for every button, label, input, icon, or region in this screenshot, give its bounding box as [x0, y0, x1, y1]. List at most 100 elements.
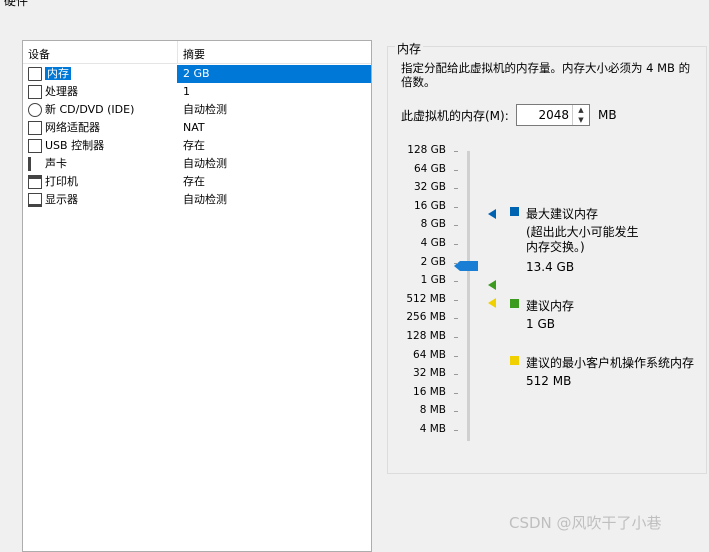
device-row[interactable]: 网络适配器 NAT: [23, 119, 371, 137]
recommended-marker-icon: [488, 280, 496, 290]
device-row[interactable]: USB 控制器 存在: [23, 137, 371, 155]
watermark: CSDN @风吹干了小巷: [509, 514, 662, 532]
device-summary: 自动检测: [183, 193, 227, 206]
scale-tick-label: 32 MB: [413, 367, 446, 380]
processor-icon: [28, 85, 42, 99]
printer-icon: [28, 175, 42, 189]
scale-tick-mark: [454, 281, 458, 283]
monitor-icon: [28, 193, 42, 207]
network-adapter-icon: [28, 121, 42, 135]
scale-tick-mark: [454, 299, 458, 301]
device-name-cell: 打印机: [45, 173, 78, 191]
scale-tick-label: 4 GB: [420, 237, 446, 249]
scale-tick-mark: [454, 337, 458, 338]
device-list-panel: 设备 摘要 内存 2 GB 处理器 1 新 CD/DVD (IDE) 自动检测 网络适配器 N…: [22, 40, 372, 552]
cd-dvd-icon: [28, 103, 42, 117]
device-row[interactable]: 打印机 存在: [23, 173, 371, 191]
min-guest-swatch-icon: [510, 356, 519, 365]
memory-group: 内存 指定分配给此虚拟机的内存量。内存大小必须为 4 MB 的倍数。 此虚拟机的…: [387, 40, 707, 474]
scale-tick-mark: [454, 262, 458, 264]
device-row[interactable]: 新 CD/DVD (IDE) 自动检测: [23, 101, 371, 119]
spinner-down-icon[interactable]: ▼: [573, 115, 589, 125]
scale-tick-mark: [454, 374, 458, 376]
device-row[interactable]: 处理器 1: [23, 83, 371, 101]
column-header-summary[interactable]: 摘要: [183, 46, 205, 62]
scale-tick-mark: [454, 206, 458, 208]
min-guest-value: 512 MB: [526, 374, 572, 388]
scale-tick-mark: [454, 318, 458, 320]
device-name-cell: USB 控制器: [45, 137, 104, 155]
spinner-up-icon[interactable]: ▲: [573, 105, 589, 115]
scale-tick-label: 64 MB: [413, 348, 446, 361]
recommended-value: 1 GB: [526, 317, 555, 331]
recommended-label: 建议内存: [526, 299, 575, 313]
device-name-cell: 声卡: [45, 155, 67, 173]
column-header-device[interactable]: 设备: [28, 46, 50, 62]
scale-tick-label: 128 GB: [407, 144, 446, 156]
memory-description: 指定分配给此虚拟机的内存量。内存大小必须为 4 MB 的倍数。: [401, 61, 691, 89]
scale-tick-label: 8 GB: [420, 218, 446, 231]
device-name: 显示器: [45, 193, 78, 206]
scale-tick-mark: [454, 411, 458, 413]
device-summary: 2 GB: [183, 67, 210, 80]
device-list-header: 设备 摘要: [23, 41, 371, 64]
device-name: 处理器: [45, 85, 78, 98]
device-summary: 自动检测: [183, 103, 227, 116]
device-summary: 存在: [183, 175, 205, 188]
window-title: 硬件: [4, 0, 29, 8]
device-row[interactable]: 显示器 自动检测: [23, 191, 371, 209]
scale-tick-mark: [454, 151, 458, 152]
recommended-swatch-icon: [510, 299, 519, 308]
max-recommended-label: 最大建议内存: [526, 207, 599, 221]
scale-tick-label: 16 GB: [413, 199, 446, 212]
min-guest-label: 建议的最小客户机操作系统内存: [526, 356, 695, 370]
device-name: 内存: [45, 67, 71, 80]
scale-tick-label: 8 MB: [419, 404, 446, 417]
device-summary: NAT: [183, 121, 205, 134]
device-list: 内存 2 GB 处理器 1 新 CD/DVD (IDE) 自动检测 网络适配器 NAT USB …: [23, 65, 371, 209]
memory-unit-label: MB: [598, 108, 617, 122]
column-separator[interactable]: [177, 41, 178, 63]
device-name-cell: 显示器: [45, 191, 78, 209]
scale-tick-mark: [454, 188, 458, 190]
memory-size-input[interactable]: 2048: [538, 108, 569, 122]
scale-tick-mark: [454, 430, 458, 431]
scale-tick-label: 128 MB: [406, 330, 446, 342]
speaker-icon: [28, 157, 42, 171]
memory-group-title: 内存: [395, 40, 424, 57]
scale-tick-label: 64 GB: [413, 162, 446, 175]
slider-track[interactable]: [467, 151, 470, 441]
scale-tick-label: 256 MB: [406, 311, 446, 324]
device-name: 声卡: [45, 157, 67, 170]
min-guest-marker-icon: [488, 298, 496, 308]
device-row[interactable]: 内存 2 GB: [23, 65, 371, 83]
scale-tick-mark: [454, 392, 458, 394]
scale-tick-label: 1 GB: [420, 274, 446, 287]
spinner-arrows[interactable]: ▲ ▼: [572, 105, 589, 125]
usb-icon: [28, 139, 42, 153]
memory-size-label: 此虚拟机的内存(M):: [401, 109, 509, 123]
scale-tick-label: 32 GB: [413, 181, 446, 194]
scale-tick-mark: [454, 225, 458, 227]
scale-tick-label: 2 GB: [420, 255, 446, 268]
device-row[interactable]: 声卡 自动检测: [23, 155, 371, 173]
memory-icon: [28, 67, 42, 81]
memory-size-spinner[interactable]: 2048 ▲ ▼: [516, 104, 590, 126]
device-name: 网络适配器: [45, 121, 100, 134]
device-name-cell: 处理器: [45, 83, 78, 101]
device-summary: 1: [183, 85, 190, 98]
slider-thumb[interactable]: [454, 261, 478, 271]
scale-tick-mark: [454, 355, 458, 357]
max-recommended-note: (超出此大小可能发生内存交换。): [526, 225, 639, 254]
device-name: USB 控制器: [45, 139, 105, 152]
scale-tick-label: 4 MB: [419, 423, 446, 435]
device-summary: 自动检测: [183, 157, 227, 170]
max-recommended-swatch-icon: [510, 207, 519, 216]
scale-tick-label: 512 MB: [406, 292, 446, 305]
device-name: 新 CD/DVD (IDE): [45, 103, 135, 116]
scale-tick-mark: [454, 244, 458, 245]
scale-tick-label: 16 MB: [413, 385, 446, 398]
device-name-cell: 内存: [45, 65, 71, 83]
max-recommended-marker-icon: [488, 209, 496, 219]
device-name-cell: 新 CD/DVD (IDE): [45, 101, 134, 119]
